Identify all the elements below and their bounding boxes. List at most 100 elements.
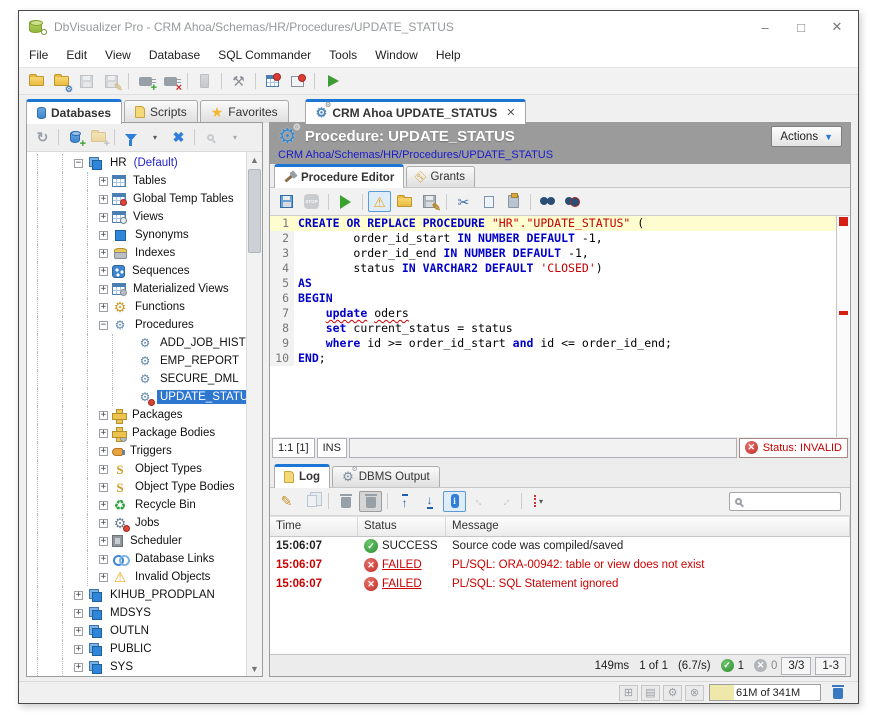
tree-expander-icon[interactable]: + xyxy=(99,537,108,546)
grid-status-icon[interactable]: ⊞ xyxy=(619,685,638,701)
save-as-icon[interactable]: ✎ xyxy=(100,71,123,92)
tree-expander-icon[interactable]: + xyxy=(99,195,108,204)
tree-expander-icon[interactable]: + xyxy=(99,267,108,276)
code-line-3[interactable]: 3 order_id_end IN NUMBER DEFAULT -1, xyxy=(270,246,836,261)
scroll-thumb[interactable] xyxy=(248,169,261,253)
error-annotation-strip[interactable] xyxy=(836,216,850,437)
tree-expander-icon[interactable]: + xyxy=(74,645,83,654)
tree-expander-icon[interactable]: − xyxy=(99,321,108,330)
tree-item-invalid-objects[interactable]: +⚠Invalid Objects xyxy=(27,568,246,586)
locate-caret-icon[interactable]: ▾ xyxy=(223,127,246,148)
tree-item-materialized-views[interactable]: +Materialized Views xyxy=(27,280,246,298)
code-line-6[interactable]: 6BEGIN xyxy=(270,291,836,306)
add-folder-icon[interactable]: + xyxy=(87,127,110,148)
log-row[interactable]: 15:06:07✕FAILEDPL/SQL: SQL Statement ign… xyxy=(270,575,850,594)
tree-item-update-status[interactable]: ⚙UPDATE_STATUS xyxy=(27,388,246,406)
tab-close-icon[interactable]: ✕ xyxy=(506,106,515,119)
open-file-icon[interactable] xyxy=(393,191,416,212)
menu-help[interactable]: Help xyxy=(436,48,461,62)
tree-item-database-links[interactable]: +Database Links xyxy=(27,550,246,568)
tree-expander-icon[interactable]: + xyxy=(99,177,108,186)
tree-item-sys[interactable]: +SYS xyxy=(27,658,246,676)
tree-item-packages[interactable]: +Packages xyxy=(27,406,246,424)
disconnect-icon[interactable]: × xyxy=(159,71,182,92)
find-icon[interactable] xyxy=(536,191,559,212)
tree-item-views[interactable]: +Views xyxy=(27,208,246,226)
menu-file[interactable]: File xyxy=(29,48,48,62)
tree-item-add-job-history[interactable]: ⚙ADD_JOB_HISTORY xyxy=(27,334,246,352)
show-info-icon[interactable]: i xyxy=(443,491,466,512)
save-procedure-icon[interactable] xyxy=(275,191,298,212)
tree-expander-icon[interactable]: + xyxy=(99,213,108,222)
menu-tools[interactable]: Tools xyxy=(329,48,357,62)
minimize-button[interactable]: – xyxy=(758,20,772,35)
expand-rows-icon[interactable]: ↔ xyxy=(468,491,491,512)
tree-expander-icon[interactable]: + xyxy=(99,465,108,474)
tree-item-sequences[interactable]: +Sequences xyxy=(27,262,246,280)
tree-item-indexes[interactable]: +Indexes xyxy=(27,244,246,262)
tab-log[interactable]: Log xyxy=(274,464,330,488)
maximize-button[interactable]: □ xyxy=(794,20,808,35)
errors-status-icon[interactable]: ⊗ xyxy=(685,685,704,701)
tree-expander-icon[interactable]: + xyxy=(74,627,83,636)
tree-item-kihub-prodplan[interactable]: +KIHUB_PRODPLAN xyxy=(27,586,246,604)
sql-editor[interactable]: 1CREATE OR REPLACE PROCEDURE "HR"."UPDAT… xyxy=(270,216,850,437)
folder-settings-icon[interactable]: ⚙ xyxy=(50,71,73,92)
tree-item-jobs[interactable]: +⚙Jobs xyxy=(27,514,246,532)
code-line-1[interactable]: 1CREATE OR REPLACE PROCEDURE "HR"."UPDAT… xyxy=(270,216,836,231)
tree-item-emp-report[interactable]: ⚙EMP_REPORT xyxy=(27,352,246,370)
find-replace-icon[interactable] xyxy=(561,191,584,212)
tree-expander-icon[interactable]: + xyxy=(99,231,108,240)
log-search-input[interactable] xyxy=(729,492,841,511)
connections-status-icon[interactable]: ▤ xyxy=(641,685,660,701)
collapse-all-icon[interactable]: ✖ xyxy=(167,127,190,148)
code-line-2[interactable]: 2 order_id_start IN NUMBER DEFAULT -1, xyxy=(270,231,836,246)
tab-object-update-status[interactable]: ⚙ CRM Ahoa UPDATE_STATUS ✕ xyxy=(305,99,527,124)
filter-icon[interactable] xyxy=(119,127,142,148)
tree-item-secure-dml[interactable]: ⚙SECURE_DML xyxy=(27,370,246,388)
tree-item-hr[interactable]: −HR(Default) xyxy=(27,154,246,172)
tree-item-package-bodies[interactable]: +Package Bodies xyxy=(27,424,246,442)
menu-edit[interactable]: Edit xyxy=(66,48,87,62)
grid-monitor-icon[interactable] xyxy=(261,71,284,92)
tree-item-public[interactable]: +PUBLIC xyxy=(27,640,246,658)
copy-icon[interactable] xyxy=(477,191,500,212)
menu-database[interactable]: Database xyxy=(149,48,200,62)
stop-icon[interactable]: STOP xyxy=(300,191,323,212)
tree-expander-icon[interactable]: + xyxy=(74,609,83,618)
tab-databases[interactable]: Databases xyxy=(26,99,122,124)
tree-item-object-type-bodies[interactable]: +SObject Type Bodies xyxy=(27,478,246,496)
garbage-collect-icon[interactable] xyxy=(826,682,849,703)
scroll-to-top-icon[interactable]: ↑ xyxy=(393,491,416,512)
memory-indicator[interactable]: 61M of 341M xyxy=(709,684,821,701)
tree-item-object-types[interactable]: +SObject Types xyxy=(27,460,246,478)
code-area[interactable]: 1CREATE OR REPLACE PROCEDURE "HR"."UPDAT… xyxy=(270,216,836,437)
save-icon[interactable] xyxy=(75,71,98,92)
tree-expander-icon[interactable]: + xyxy=(74,591,83,600)
database-server-icon[interactable] xyxy=(193,71,216,92)
tab-favorites[interactable]: ★ Favorites xyxy=(200,100,289,123)
tab-grants[interactable]: ⚿ Grants xyxy=(406,166,475,187)
actions-button[interactable]: Actions▼ xyxy=(771,126,842,147)
clear-on-execute-icon[interactable] xyxy=(359,491,382,512)
tree-item-global-temp-tables[interactable]: +Global Temp Tables xyxy=(27,190,246,208)
tree-item-synonyms[interactable]: +Synonyms xyxy=(27,226,246,244)
tree-expander-icon[interactable]: + xyxy=(99,303,108,312)
log-row[interactable]: 15:06:07✕FAILEDPL/SQL: ORA-00942: table … xyxy=(270,556,850,575)
execute-icon[interactable] xyxy=(334,191,357,212)
tree-expander-icon[interactable]: + xyxy=(99,285,108,294)
tree-expander-icon[interactable]: + xyxy=(99,573,108,582)
tree-expander-icon[interactable]: + xyxy=(99,447,108,456)
tree-expander-icon[interactable]: + xyxy=(99,555,108,564)
tab-scripts[interactable]: Scripts xyxy=(124,100,198,123)
tree-scrollbar[interactable]: ▲ ▼ xyxy=(246,152,262,676)
collapse-rows-icon[interactable]: ↔ xyxy=(493,491,516,512)
code-line-10[interactable]: 10END; xyxy=(270,351,836,366)
row-divider-options-icon[interactable]: ▾ xyxy=(527,491,550,512)
tree-item-scheduler[interactable]: +Scheduler xyxy=(27,532,246,550)
code-line-5[interactable]: 5AS xyxy=(270,276,836,291)
open-folder-icon[interactable] xyxy=(25,71,48,92)
export-log-icon[interactable]: ✎ xyxy=(275,491,298,512)
cut-icon[interactable]: ✂ xyxy=(452,191,475,212)
menu-window[interactable]: Window xyxy=(375,48,418,62)
